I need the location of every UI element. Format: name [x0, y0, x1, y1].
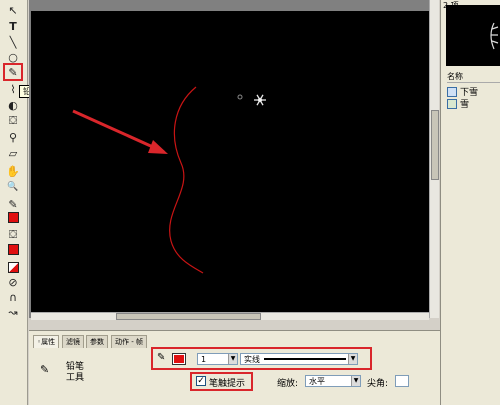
stage-drawing	[72, 86, 266, 274]
eyedropper-icon[interactable]: ⚲	[4, 129, 22, 145]
library-item[interactable]: 下雪	[447, 86, 500, 98]
no-color-icon[interactable]: ⊘	[4, 274, 22, 290]
movieclip-icon	[447, 86, 457, 97]
stroke-hinting-label: 笔触提示	[209, 379, 246, 389]
selection-arrow-icon[interactable]: ↖	[4, 2, 22, 18]
scale-label: 缩放:	[277, 379, 299, 389]
library-item-label: 雪	[460, 100, 470, 110]
chevron-down-icon[interactable]: ▼	[348, 354, 357, 364]
eraser-icon[interactable]: ▱	[4, 145, 22, 161]
symbol-registration-point	[237, 94, 243, 100]
hand-tool-icon[interactable]: ✋	[4, 163, 22, 179]
chevron-down-icon[interactable]: ▼	[351, 376, 360, 386]
tab-parameters[interactable]: 参数	[86, 335, 108, 348]
stroke-style-select[interactable]: 实线 ▼	[240, 353, 358, 365]
graphic-icon	[447, 98, 457, 109]
snap-magnet-icon[interactable]: ∩	[4, 289, 22, 305]
tools-panel: ↖ T ╲ ○ ✎ ⌇ ◐ ⛋ ⚲ ▱ ✋ 🔍 ✎ ⛋ ⊘ ∩ ↝	[0, 0, 28, 405]
stage-canvas[interactable]	[31, 11, 429, 312]
stage-vertical-scrollbar[interactable]	[429, 0, 439, 318]
library-preview	[446, 5, 500, 66]
stroke-pencil-icon: ✎	[157, 352, 166, 363]
fill-transform-icon[interactable]: ◐	[4, 97, 22, 113]
stroke-height-input[interactable]: 1 ▼	[197, 353, 238, 365]
library-item[interactable]: 雪	[447, 98, 500, 110]
fill-color-swatch[interactable]	[4, 241, 22, 257]
tab-filters[interactable]: 滤镜	[62, 335, 84, 348]
cap-label: 尖角:	[367, 379, 389, 389]
tab-actions-frame[interactable]: 动作 - 帧	[111, 335, 147, 348]
annotation-arrow	[72, 109, 165, 154]
scroll-thumb[interactable]	[431, 110, 439, 180]
pencil-tool-highlight	[3, 63, 23, 81]
text-tool-icon[interactable]: T	[4, 18, 22, 34]
default-colors-icon[interactable]	[4, 259, 22, 275]
line-tool-icon[interactable]: ╲	[4, 34, 22, 50]
tab-properties[interactable]: ◦ 属性	[33, 335, 60, 348]
scale-select[interactable]: 水平 ▼	[305, 375, 361, 387]
stroke-hinting-checkbox[interactable]: ✓	[196, 376, 206, 386]
stage-horizontal-scrollbar[interactable]	[31, 312, 429, 320]
stroke-color-swatch[interactable]	[4, 209, 22, 225]
snowflake-symbol[interactable]	[254, 94, 266, 106]
smooth-option-icon[interactable]: ↝	[4, 304, 22, 320]
pencil-tool-icon: ✎	[40, 363, 50, 376]
pencil-stroke	[169, 86, 204, 274]
stroke-color-picker[interactable]	[172, 353, 186, 365]
cap-input[interactable]	[395, 375, 409, 387]
tool-name-label: 铅笔 工具	[66, 362, 85, 383]
scroll-thumb[interactable]	[116, 313, 261, 320]
zoom-tool-icon[interactable]: 🔍	[4, 179, 22, 195]
snowflake-preview-icon	[490, 22, 499, 50]
paint-bucket-icon[interactable]: ⛋	[4, 113, 22, 129]
annotation-arrowhead	[148, 140, 168, 154]
chevron-down-icon[interactable]: ▼	[228, 354, 237, 364]
library-name-column-header[interactable]: 名称	[447, 71, 500, 83]
